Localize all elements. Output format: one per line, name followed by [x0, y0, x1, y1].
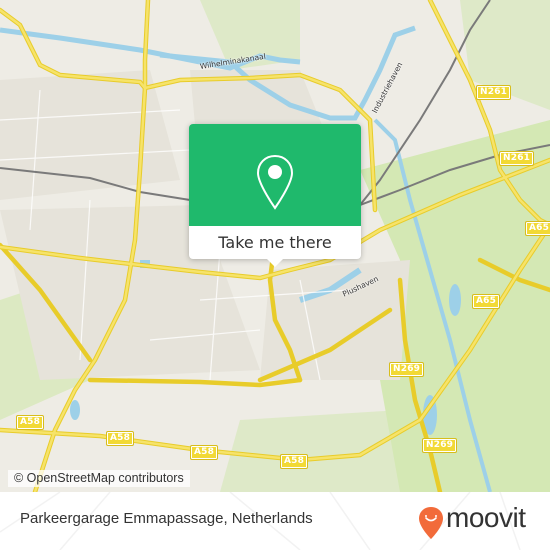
- place-name: Parkeergarage Emmapassage, Netherlands: [20, 510, 313, 527]
- map-pin-icon: [256, 154, 294, 210]
- road-shield: N269: [388, 362, 425, 377]
- footer: Parkeergarage Emmapassage, Netherlands m…: [0, 492, 550, 550]
- map-view[interactable]: N261 N261 A65 A65 N269 N269 A58 A58 A58 …: [0, 0, 550, 492]
- road-shield: A58: [105, 431, 135, 446]
- brand-name: moovit: [446, 502, 526, 533]
- road-shield: A58: [189, 445, 219, 460]
- road-shield: N269: [421, 438, 458, 453]
- road-shield: A65: [524, 221, 550, 236]
- moovit-logo-icon: [419, 507, 443, 539]
- road-shield: N261: [498, 151, 535, 166]
- road-shield: A58: [279, 454, 309, 469]
- map-attribution[interactable]: © OpenStreetMap contributors: [8, 470, 190, 487]
- take-me-there-button[interactable]: Take me there: [189, 226, 361, 259]
- popup-tail: [266, 258, 284, 267]
- road-shield: N261: [475, 85, 512, 100]
- popup-header: [189, 124, 361, 226]
- location-popup[interactable]: Take me there: [189, 124, 361, 267]
- road-shield: A65: [471, 294, 501, 309]
- road-shield: A58: [15, 415, 45, 430]
